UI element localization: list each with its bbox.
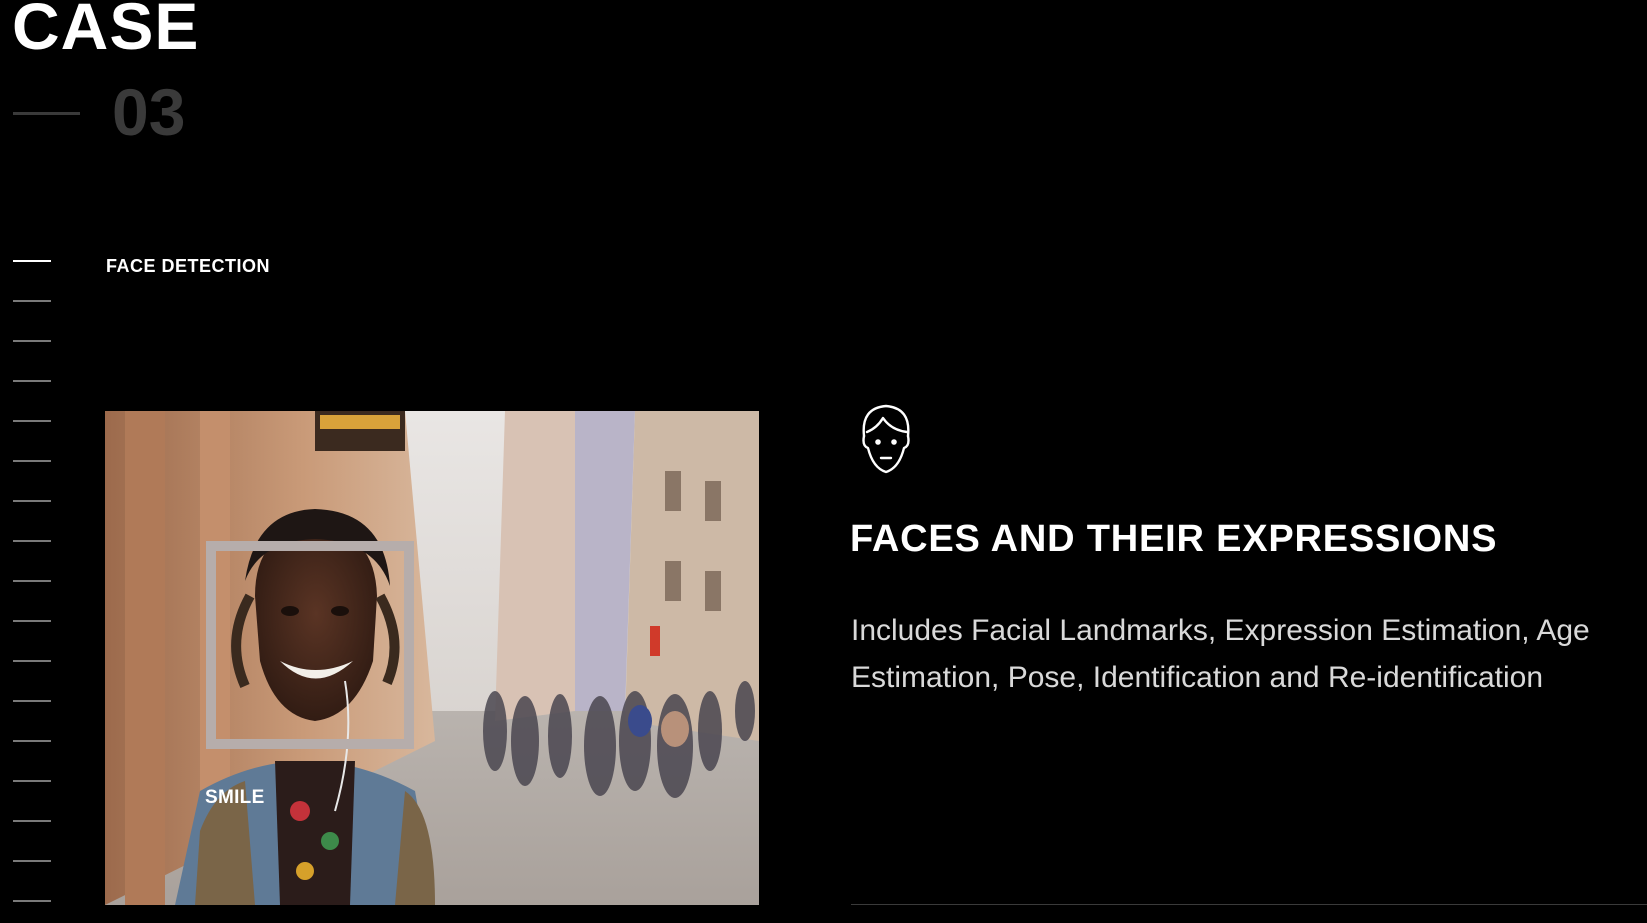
section-label: FACE DETECTION (106, 256, 271, 276)
ruler-tick[interactable] (13, 460, 51, 462)
ruler-tick[interactable] (13, 420, 51, 422)
ruler-tick[interactable] (13, 860, 51, 862)
feature-description: Includes Facial Landmarks, Expression Es… (851, 614, 1590, 694)
ruler-tick[interactable] (13, 580, 51, 582)
ruler-tick[interactable] (13, 540, 51, 542)
ruler-tick[interactable] (13, 740, 51, 742)
expression-label: SMILE (205, 787, 265, 808)
section-ruler (13, 260, 53, 920)
face-detection-box (206, 541, 414, 749)
case-number: 03 (112, 75, 186, 149)
street-photo: SMILE (105, 411, 759, 905)
ruler-tick[interactable] (13, 900, 51, 902)
ruler-tick[interactable] (13, 340, 51, 342)
ruler-tick[interactable] (13, 620, 51, 622)
divider (851, 904, 1647, 905)
face-icon (855, 402, 917, 476)
ruler-tick[interactable] (13, 380, 51, 382)
ruler-tick-active[interactable] (13, 260, 51, 262)
slide: CASE 03 FACE DETECTION SMILE FACES AND T… (0, 0, 1647, 923)
ruler-tick[interactable] (13, 500, 51, 502)
ruler-tick[interactable] (13, 820, 51, 822)
ruler-tick[interactable] (13, 300, 51, 302)
street-scene-image (105, 411, 759, 905)
ruler-tick[interactable] (13, 700, 51, 702)
ruler-tick[interactable] (13, 660, 51, 662)
case-number-dash (13, 112, 80, 115)
case-title: CASE (12, 0, 200, 63)
feature-heading: FACES AND THEIR EXPRESSIONS (850, 518, 1498, 560)
ruler-tick[interactable] (13, 780, 51, 782)
